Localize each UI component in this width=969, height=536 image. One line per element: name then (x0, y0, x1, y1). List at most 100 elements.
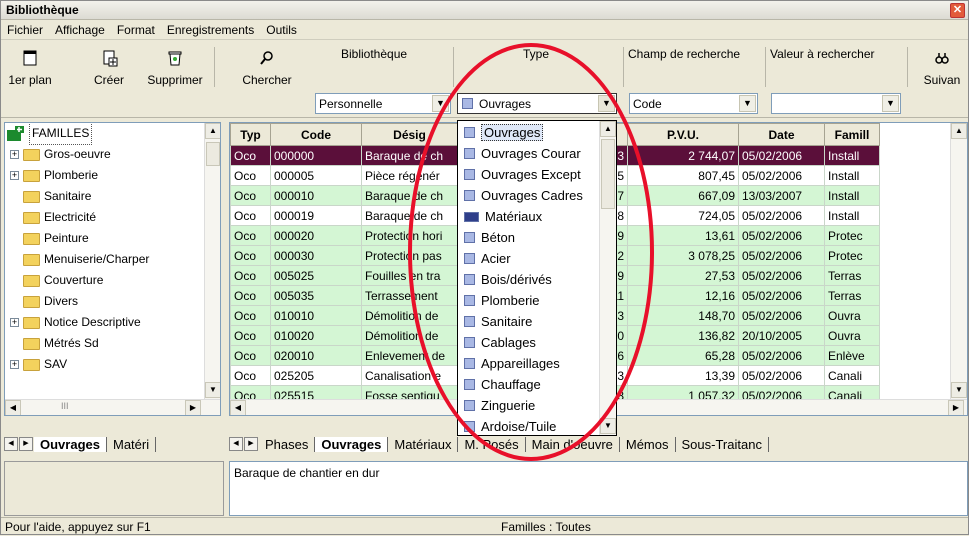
table-cell: 005025 (270, 265, 362, 286)
column-header[interactable]: Code (270, 123, 362, 146)
folder-icon (23, 232, 40, 245)
table-cell: 000005 (270, 165, 362, 186)
create-button[interactable]: Créer (89, 49, 129, 87)
chevron-down-icon[interactable]: ▼ (739, 95, 756, 112)
folder-icon (23, 211, 40, 224)
table-cell: 05/02/2006 (738, 145, 825, 166)
scroll-thumb[interactable] (206, 142, 220, 166)
table-cell: Canali (824, 365, 880, 386)
menu-format[interactable]: Format (111, 23, 161, 37)
menu-enregistrements[interactable]: Enregistrements (161, 23, 260, 37)
scroll-up-icon[interactable]: ▲ (951, 123, 967, 139)
search-field-select[interactable]: Code ▼ (629, 93, 758, 114)
next-button[interactable]: Suivan (916, 49, 968, 87)
table-cell: 000010 (270, 185, 362, 206)
delete-label: Supprimer (147, 73, 203, 87)
create-label: Créer (93, 73, 124, 87)
table-cell: 13/03/2007 (738, 185, 825, 206)
tab-sous-traitance[interactable]: Sous-Traitanc (676, 436, 769, 452)
scroll-down-icon[interactable]: ▼ (951, 382, 967, 398)
first-plan-button[interactable]: 1er plan (5, 49, 55, 87)
toolbar-separator (907, 47, 908, 87)
delete-button[interactable]: Supprimer (141, 49, 209, 87)
table-cell: 000020 (270, 225, 362, 246)
expand-icon[interactable]: + (10, 360, 19, 369)
tab-ouvrages[interactable]: Ouvrages (34, 436, 107, 452)
tab-prev-icon[interactable]: ◀ (4, 437, 18, 451)
table-cell: Install (824, 165, 880, 186)
window-title: Bibliothèque (6, 3, 79, 17)
table-cell: 05/02/2006 (738, 365, 825, 386)
tab-next-icon[interactable]: ▶ (19, 437, 33, 451)
title-bar: Bibliothèque ✕ (1, 1, 968, 20)
library-select[interactable]: Personnelle ▼ (315, 93, 451, 114)
scroll-right-icon[interactable]: ▶ (185, 400, 201, 415)
toolbar-separator (765, 47, 766, 87)
tree-item[interactable]: Menuiserie/Charper (10, 249, 149, 270)
scroll-up-icon[interactable]: ▲ (205, 123, 220, 139)
column-header[interactable]: Typ (230, 123, 271, 146)
menu-outils[interactable]: Outils (260, 23, 303, 37)
table-cell: 65,28 (627, 345, 739, 366)
toolbar-separator (214, 47, 215, 87)
folder-icon (23, 169, 40, 182)
tab-memos[interactable]: Mémos (620, 436, 676, 452)
binoculars-icon (935, 53, 949, 64)
description-box[interactable]: Baraque de chantier en dur (229, 461, 968, 516)
status-bar: Pour l'aide, appuyez sur F1 Familles : T… (1, 517, 968, 536)
menu-affichage[interactable]: Affichage (49, 23, 111, 37)
tree-item[interactable]: Couverture (10, 270, 103, 291)
table-cell: Ouvra (824, 325, 880, 346)
chevron-down-icon[interactable]: ▼ (882, 95, 899, 112)
column-header[interactable]: P.V.U. (627, 123, 739, 146)
tree-item[interactable]: + Gros-oeuvre (10, 144, 111, 165)
annotation-circle (408, 43, 654, 461)
table-cell: Protec (824, 245, 880, 266)
tree-horizontal-scrollbar[interactable]: ◀ III ▶ (5, 399, 220, 415)
tab-materiaux[interactable]: Matériaux (388, 436, 459, 452)
tree-item[interactable]: + SAV (10, 354, 67, 375)
table-cell: Protec (824, 225, 880, 246)
left-tab-strip: ◀ ▶ Ouvrages Matéri (4, 434, 224, 454)
tree-item[interactable]: Divers (10, 291, 78, 312)
search-button[interactable]: Chercher (227, 49, 307, 87)
expand-icon[interactable]: + (10, 171, 19, 180)
tab-prev-icon[interactable]: ◀ (229, 437, 243, 451)
scroll-down-icon[interactable]: ▼ (205, 382, 220, 398)
table-cell: Ouvra (824, 305, 880, 326)
tree-item[interactable]: + Plomberie (10, 165, 98, 186)
table-cell: 025205 (270, 365, 362, 386)
tree-item-label: Notice Descriptive (44, 315, 141, 329)
expand-icon[interactable]: + (10, 318, 19, 327)
tree-item[interactable]: + Notice Descriptive (10, 312, 141, 333)
table-cell: 05/02/2006 (738, 345, 825, 366)
folder-icon (23, 148, 40, 161)
tree-vertical-scrollbar[interactable]: ▲ ▼ (204, 123, 220, 399)
table-cell: 05/02/2006 (738, 165, 825, 186)
search-value-select[interactable]: ▼ (771, 93, 901, 114)
tab-phases[interactable]: Phases (259, 436, 316, 452)
tree-item[interactable]: Peinture (10, 228, 89, 249)
first-plan-label: 1er plan (8, 73, 52, 87)
scroll-left-icon[interactable]: ◀ (230, 400, 246, 415)
families-tree: FAMILLES + Gros-oeuvre + Plomberie Sanitaire… (4, 122, 221, 416)
tree-item[interactable]: Electricité (10, 207, 96, 228)
tab-next-icon[interactable]: ▶ (244, 437, 258, 451)
menu-fichier[interactable]: Fichier (1, 23, 49, 37)
scroll-right-icon[interactable]: ▶ (948, 400, 964, 415)
expand-icon[interactable]: + (10, 150, 19, 159)
close-button[interactable]: ✕ (950, 3, 965, 18)
tree-item[interactable]: Métrés Sd (10, 333, 99, 354)
table-cell: Terras (824, 265, 880, 286)
scroll-left-icon[interactable]: ◀ (5, 400, 21, 415)
folder-icon (23, 337, 40, 350)
column-header[interactable]: Date (738, 123, 825, 146)
folder-icon (23, 190, 40, 203)
tree-item-label: Divers (44, 294, 79, 308)
tab-materiaux[interactable]: Matéri (107, 436, 157, 452)
tree-item[interactable]: Sanitaire (10, 186, 91, 207)
column-header[interactable]: Famill (824, 123, 880, 146)
grid-vertical-scrollbar[interactable]: ▲ ▼ (950, 123, 967, 399)
tab-ouvrages[interactable]: Ouvrages (315, 436, 389, 452)
tree-root[interactable]: FAMILLES (7, 123, 93, 145)
